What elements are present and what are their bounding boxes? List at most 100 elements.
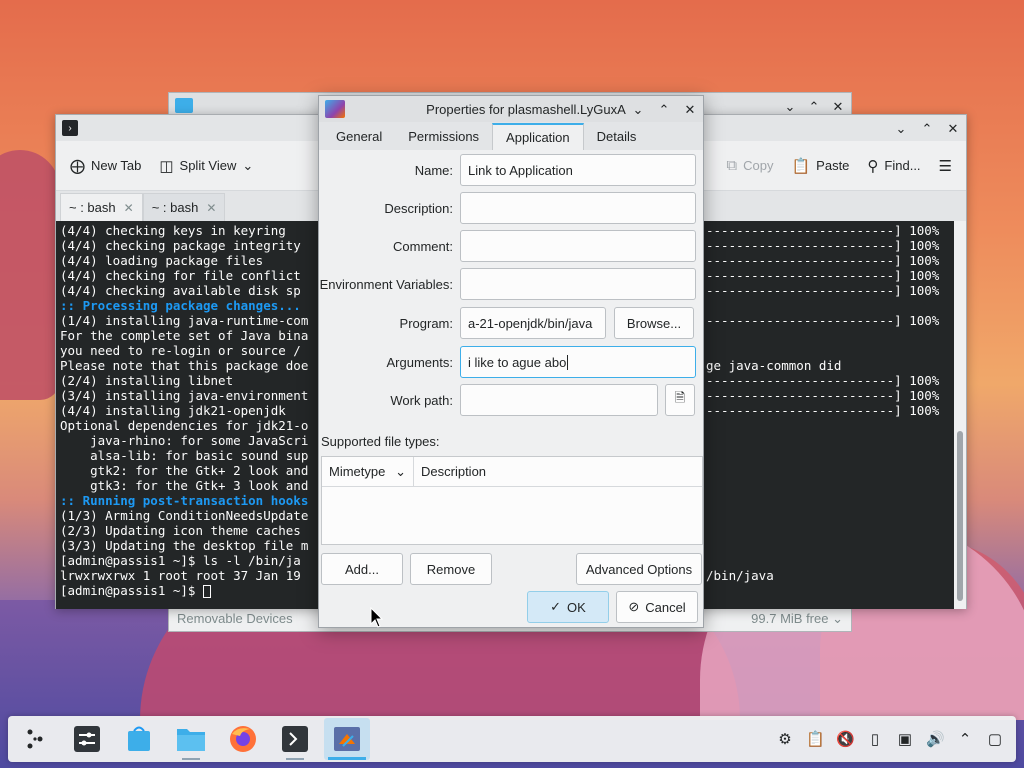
comment-input[interactable] [460, 230, 696, 262]
dialog-titlebar[interactable]: Properties for plasmashell.LyGuxA ⌄ ⌃ ✕ [319, 96, 703, 122]
workpath-browse-button[interactable]: 🗎 [665, 384, 695, 416]
ok-button[interactable]: ✓ OK [527, 591, 609, 623]
chevron-down-icon: ⌄ [395, 463, 406, 479]
maximize-icon[interactable]: ⌃ [807, 99, 821, 113]
taskbar-firefox[interactable] [220, 718, 266, 760]
close-icon[interactable]: ✕ [946, 121, 960, 135]
app-launcher-button[interactable] [12, 718, 58, 760]
tab-permissions[interactable]: Permissions [395, 123, 492, 150]
comment-label: Comment: [393, 238, 453, 254]
paste-label: Paste [816, 158, 850, 173]
show-desktop-icon[interactable]: ▢ [986, 730, 1004, 748]
cancel-icon: ⊘ [628, 599, 640, 614]
env-label: Environment Variables: [319, 276, 453, 292]
program-input[interactable]: a-21-openjdk/bin/java [460, 307, 606, 339]
terminal-line: -------------------------] 100% [706, 253, 940, 268]
close-icon[interactable]: ✕ [831, 99, 845, 113]
env-row: Environment Variables: [319, 268, 703, 300]
arguments-input[interactable]: i like to ague abo [460, 346, 696, 378]
description-input[interactable] [460, 192, 696, 224]
menu-icon: ☰ [938, 157, 952, 175]
application-icon [334, 727, 360, 751]
terminal-output-right: -------------------------] 100% ---------… [706, 221, 956, 609]
minimize-icon[interactable]: ⌄ [894, 121, 908, 135]
name-input[interactable]: Link to Application [460, 154, 696, 186]
tab-general[interactable]: General [323, 123, 395, 150]
close-tab-icon[interactable]: ✕ [124, 201, 134, 215]
advanced-options-button[interactable]: Advanced Options [576, 553, 702, 585]
free-space[interactable]: 99.7 MiB free ⌄ [751, 611, 843, 627]
properties-dialog[interactable]: Properties for plasmashell.LyGuxA ⌄ ⌃ ✕ … [318, 95, 704, 628]
usb-icon[interactable]: ▯ [866, 730, 884, 748]
description-row: Description: [319, 192, 703, 224]
folder-icon [177, 729, 205, 751]
taskbar-properties-dialog[interactable] [324, 718, 370, 760]
terminal-line: -------------------------] 100% [706, 268, 940, 283]
mimetype-column-header[interactable]: Mimetype ⌄ [322, 457, 414, 486]
terminal-line: -------------------------] 100% [706, 388, 940, 403]
konsole-app-icon: › [62, 120, 78, 136]
new-tab-button[interactable]: ⨁ New Tab [70, 157, 141, 175]
env-input[interactable] [460, 268, 696, 300]
tab-application[interactable]: Application [492, 123, 584, 150]
description-column-header[interactable]: Description [414, 457, 493, 486]
new-tab-icon: ⨁ [70, 157, 85, 175]
minimize-icon[interactable]: ⌄ [783, 99, 797, 113]
remove-button[interactable]: Remove [410, 553, 492, 585]
application-icon [325, 100, 345, 118]
copy-button[interactable]: ⧉ Copy [726, 157, 773, 174]
terminal-scrollbar[interactable] [954, 221, 966, 609]
close-tab-icon[interactable]: ✕ [206, 201, 216, 215]
terminal-line: -------------------------] 100% [706, 283, 940, 298]
tab-bash-1[interactable]: ~ : bash ✕ [60, 193, 143, 221]
find-label: Find... [884, 158, 921, 173]
close-icon[interactable]: ✕ [683, 102, 697, 116]
tab-bash-2[interactable]: ~ : bash ✕ [142, 193, 226, 221]
filetypes-header: Mimetype ⌄ Description [322, 457, 702, 487]
terminal-line: -------------------------] 100% [706, 238, 940, 253]
volume-icon[interactable]: 🔊 [926, 730, 945, 748]
text-caret [567, 354, 569, 370]
hamburger-menu-button[interactable]: ☰ [939, 157, 952, 175]
workpath-input[interactable] [460, 384, 658, 416]
plasma-launcher-icon [27, 729, 43, 749]
taskbar-dolphin[interactable] [168, 718, 214, 760]
volume-muted-icon[interactable]: 🔇 [836, 730, 855, 748]
tab-details[interactable]: Details [584, 123, 650, 150]
program-row: Program: a-21-openjdk/bin/java Browse... [319, 307, 703, 339]
find-button[interactable]: ⚲ Find... [867, 157, 920, 175]
tab-label: ~ : bash [151, 200, 199, 215]
display-icon[interactable]: ▣ [896, 730, 914, 748]
terminal-line: /bin/java [706, 568, 774, 583]
clipboard-icon[interactable]: 📋 [806, 730, 825, 748]
document-open-icon: 🗎 [674, 390, 686, 405]
program-label: Program: [399, 315, 453, 331]
cancel-button[interactable]: ⊘ Cancel [616, 591, 698, 623]
tab-label: ~ : bash [69, 200, 116, 215]
add-button[interactable]: Add... [321, 553, 403, 585]
taskbar-system-settings[interactable] [64, 718, 110, 760]
maximize-icon[interactable]: ⌃ [657, 102, 671, 116]
system-tray: ⚙ 📋 🔇 ▯ ▣ 🔊 ⌃ ▢ [776, 730, 1012, 748]
minimize-icon[interactable]: ⌄ [631, 102, 645, 116]
expand-tray-icon[interactable]: ⌃ [956, 730, 974, 748]
scrollbar-thumb[interactable] [957, 431, 963, 601]
filetypes-table[interactable]: Mimetype ⌄ Description [321, 456, 703, 545]
maximize-icon[interactable]: ⌃ [920, 121, 934, 135]
dialog-tabs: General Permissions Application Details [319, 122, 703, 150]
split-view-button[interactable]: ◫ Split View ⌄ [159, 157, 253, 175]
cancel-label: Cancel [645, 599, 686, 615]
browse-button[interactable]: Browse... [614, 307, 694, 339]
checkmark-icon: ✓ [550, 599, 562, 614]
terminal-cursor [203, 585, 211, 598]
taskbar-konsole[interactable] [272, 718, 318, 760]
settings-icon [74, 726, 100, 752]
paste-button[interactable]: 📋 Paste [791, 157, 849, 175]
network-icon[interactable]: ⚙ [776, 730, 794, 748]
taskbar-discover[interactable] [116, 718, 162, 760]
